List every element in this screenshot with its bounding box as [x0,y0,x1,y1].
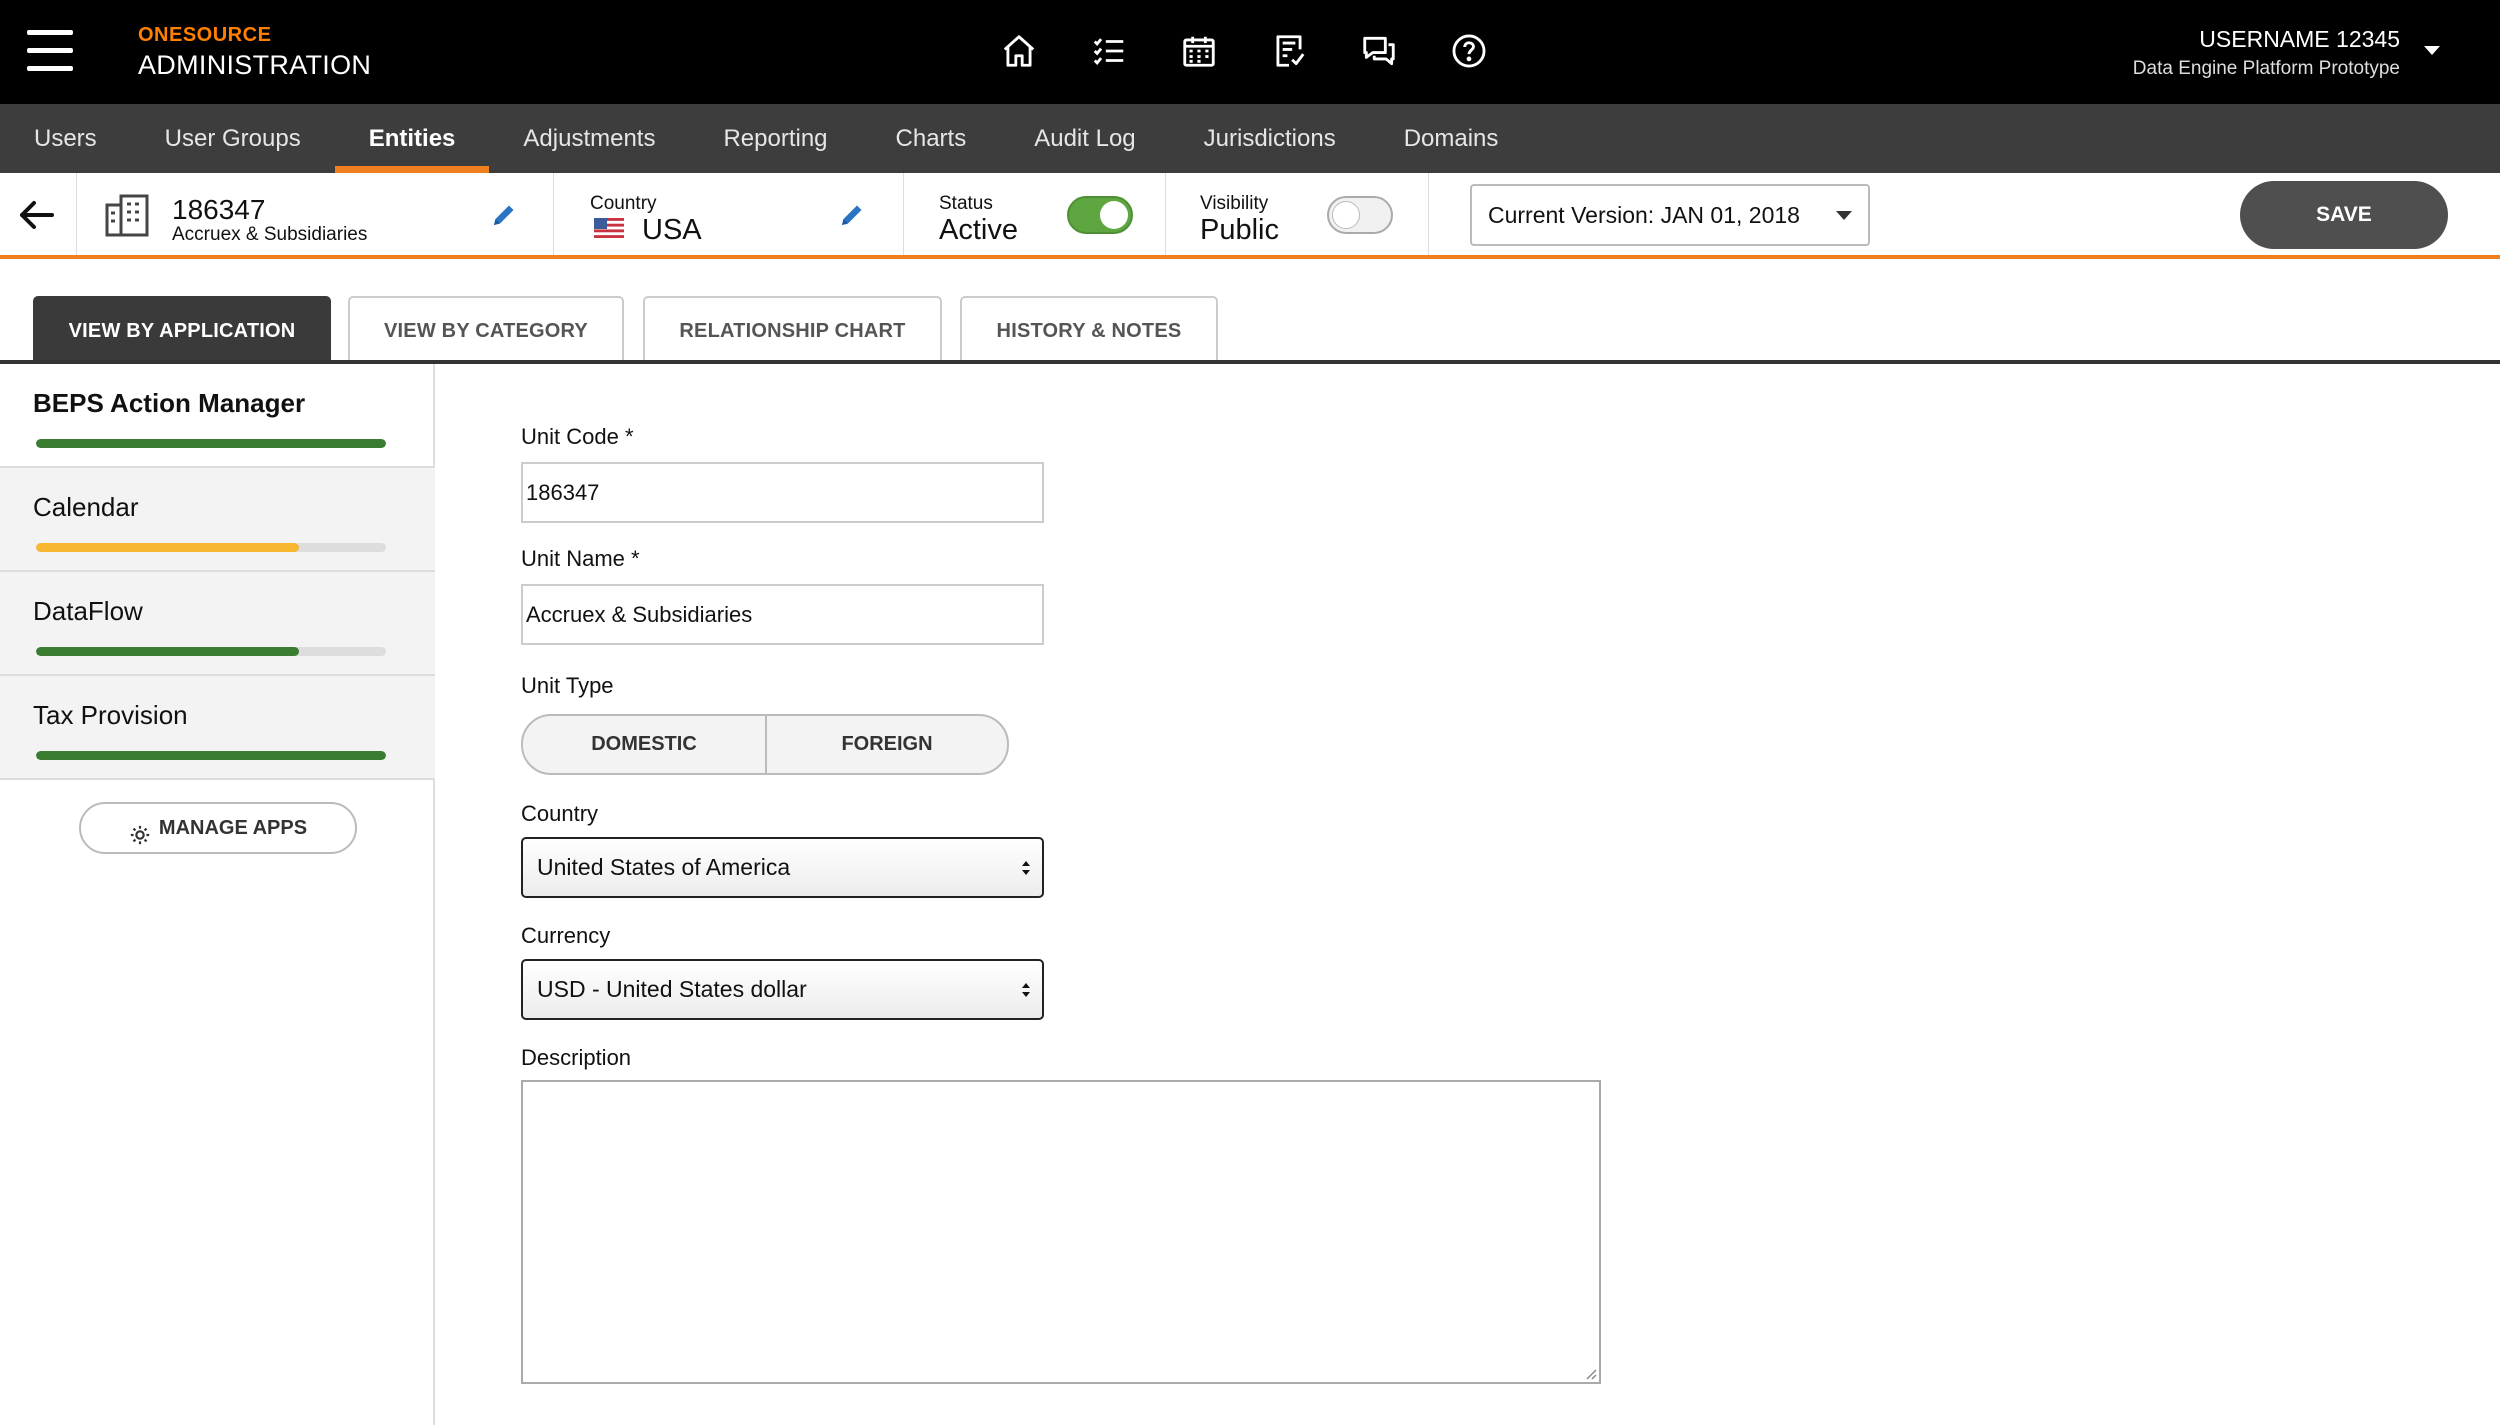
sidebar-item-calendar[interactable]: Calendar [0,468,435,572]
sidebar-item-tax-provision[interactable]: Tax Provision [0,676,435,780]
brand-top: ONESOURCE [138,24,272,46]
version-value: Current Version: JAN 01, 2018 [1488,202,1800,228]
chat-icon[interactable] [1356,28,1402,74]
progress-bar [36,647,386,656]
tasks-icon[interactable] [1086,28,1132,74]
country-field-label: Country [521,801,599,826]
app-name: Calendar [33,492,139,522]
top-header: ONESOURCE ADMINISTRATION USERNAME 12345 … [0,0,2500,104]
divider [1428,173,1429,255]
unit-name-input[interactable]: Accruex & Subsidiaries [521,584,1044,645]
app-subtitle: Data Engine Platform Prototype [2132,58,2400,79]
sidebar-item-dataflow[interactable]: DataFlow [0,572,435,676]
progress-bar [36,439,386,448]
unit-type-foreign-option[interactable]: FOREIGN [767,716,1007,773]
country-value: USA [642,214,702,246]
visibility-label: Visibility [1200,193,1269,214]
gear-icon [129,816,151,844]
brand-bottom: ADMINISTRATION [138,50,372,80]
visibility-value: Public [1200,214,1279,246]
nav-item-users[interactable]: Users [0,104,131,173]
status-toggle[interactable] [1067,196,1133,234]
visibility-toggle[interactable] [1327,196,1393,234]
tab-relationship-chart[interactable]: RELATIONSHIP CHART [643,296,942,360]
country-label: Country [590,193,657,214]
tab-view-by-category[interactable]: VIEW BY CATEGORY [348,296,624,360]
description-textarea[interactable] [521,1080,1601,1384]
brand[interactable]: ONESOURCE ADMINISTRATION [138,24,371,81]
app-sidebar: BEPS Action Manager Calendar DataFlow Ta… [0,364,435,1425]
calendar-icon[interactable] [1176,28,1222,74]
resize-grip-icon[interactable] [1583,1366,1597,1380]
version-select[interactable]: Current Version: JAN 01, 2018 [1470,184,1870,246]
tab-history-notes[interactable]: HISTORY & NOTES [960,296,1218,360]
country-select-value: United States of America [537,854,791,880]
status-label: Status [939,193,993,214]
divider [903,173,904,255]
currency-label: Currency [521,923,611,948]
edit-country-pencil-icon[interactable] [838,201,866,229]
chevron-down-icon [1836,211,1852,220]
country-select[interactable]: United States of America [521,837,1044,898]
main-nav: Users User Groups Entities Adjustments R… [0,104,2500,173]
progress-bar [36,751,386,760]
unit-type-segmented-control: DOMESTIC FOREIGN [521,714,1009,775]
hamburger-menu-icon[interactable] [27,30,73,72]
unit-name-label: Unit Name * [521,546,640,571]
building-icon [104,193,150,237]
entity-name: Accruex & Subsidiaries [172,224,368,245]
save-button[interactable]: SAVE [2240,181,2448,249]
nav-item-entities[interactable]: Entities [334,104,490,173]
select-arrows-icon [1022,983,1030,997]
checklist-icon[interactable] [1266,28,1312,74]
divider [76,173,77,255]
tab-view-by-application[interactable]: VIEW BY APPLICATION [33,296,331,360]
unit-code-input[interactable]: 186347 [521,462,1044,523]
nav-item-adjustments[interactable]: Adjustments [489,104,689,173]
nav-item-charts[interactable]: Charts [862,104,1001,173]
nav-item-reporting[interactable]: Reporting [689,104,861,173]
entity-id: 186347 [172,194,266,225]
back-arrow-icon[interactable] [14,195,58,235]
username: USERNAME 12345 [2199,26,2400,52]
status-value: Active [939,214,1018,246]
help-icon[interactable] [1446,28,1492,74]
progress-bar [36,543,386,552]
nav-item-audit-log[interactable]: Audit Log [1000,104,1169,173]
top-icons [996,28,1536,74]
view-tabs: VIEW BY APPLICATION VIEW BY CATEGORY REL… [0,296,2500,364]
sidebar-item-beps-action-manager[interactable]: BEPS Action Manager [0,364,435,468]
entity-bar: 186347 Accruex & Subsidiaries Country US… [0,173,2500,259]
manage-apps-label: MANAGE APPS [158,817,308,839]
nav-item-domains[interactable]: Domains [1370,104,1533,173]
user-info[interactable]: USERNAME 12345 Data Engine Platform Prot… [2133,26,2400,80]
unit-type-label: Unit Type [521,673,614,698]
home-icon[interactable] [996,28,1042,74]
edit-entity-pencil-icon[interactable] [490,201,518,229]
nav-item-jurisdictions[interactable]: Jurisdictions [1170,104,1370,173]
currency-select-value: USD - United States dollar [537,976,807,1002]
unit-code-label: Unit Code * [521,424,634,449]
description-label: Description [521,1045,632,1070]
app-name: Tax Provision [33,700,188,730]
manage-apps-button[interactable]: MANAGE APPS [79,802,357,854]
app-name: BEPS Action Manager [33,388,306,418]
currency-select[interactable]: USD - United States dollar [521,959,1044,1020]
app-name: DataFlow [33,596,143,626]
select-arrows-icon [1022,861,1030,875]
us-flag-icon [594,218,624,238]
user-menu-chevron-down-icon[interactable] [2424,46,2440,55]
divider [1165,173,1166,255]
unit-type-domestic-option[interactable]: DOMESTIC [523,716,767,773]
nav-item-user-groups[interactable]: User Groups [131,104,335,173]
divider [553,173,554,255]
